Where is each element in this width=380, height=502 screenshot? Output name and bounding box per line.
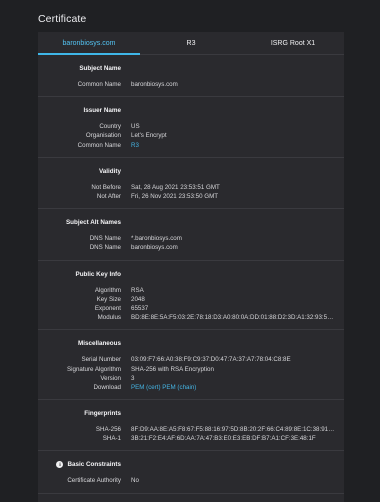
public-key-info-section: Public Key Info Algorithm RSA Key Size 2… [38,261,344,331]
field-row: Organisation Let's Encrypt [38,131,344,140]
section-title: Public Key Info [75,270,121,278]
field-label: DNS Name [89,235,121,243]
field-row: Country US [38,122,344,131]
subject-name-section: Subject Name Common Name baronbiosys.com [38,55,344,98]
field-label: Not Before [91,183,121,191]
section-title: Miscellaneous [77,340,121,348]
certificate-page: Certificate baronbiosys.com R3 ISRG Root… [0,0,380,502]
field-row: Not Before Sat, 28 Aug 2021 23:53:51 GMT [38,183,344,192]
certificate-panel: baronbiosys.com R3 ISRG Root X1 Subject … [38,32,344,502]
field-value: No [131,477,139,485]
field-label: SHA-1 [102,435,121,443]
field-label: Serial Number [81,356,121,364]
field-value: baronbiosys.com [131,244,178,252]
field-label: Algorithm [94,286,121,294]
field-row: SHA-256 8F:D9:AA:8E:A5:F8:67:F5:88:16:97… [38,425,344,434]
field-value: Sat, 28 Aug 2021 23:53:51 GMT [131,183,220,191]
page-title: Certificate [38,13,87,25]
field-value: Let's Encrypt [131,132,167,140]
tab-baronbiosys[interactable]: baronbiosys.com [38,32,140,55]
field-row: Common Name baronbiosys.com [38,80,344,89]
field-value: 3B:21:F2:E4:AF:6D:AA:7A:47:B3:E0:E3:EB:D… [131,435,316,443]
validity-section: Validity Not Before Sat, 28 Aug 2021 23:… [38,158,344,210]
field-row: Key Size 2048 [38,295,344,304]
field-label: Organisation [85,132,121,140]
field-value: RSA [131,286,144,294]
section-title: Issuer Name [83,107,121,115]
field-row: Algorithm RSA [38,286,344,295]
field-label: Signature Algorithm [67,365,121,373]
field-row: DNS Name *.baronbiosys.com [38,234,344,243]
tab-isrg-root-x1[interactable]: ISRG Root X1 [242,32,344,54]
field-label: Common Name [77,81,121,89]
field-value: baronbiosys.com [131,81,178,89]
field-value: 3 [131,374,135,382]
miscellaneous-section: Miscellaneous Serial Number 03:09:F7:66:… [38,330,344,400]
field-label: DNS Name [89,244,121,252]
field-label: Key Size [96,295,121,303]
field-label: Version [100,374,121,382]
basic-constraints-section: i Basic Constraints Certificate Authorit… [38,451,344,494]
section-title-text: Basic Constraints [67,461,121,469]
field-row: Serial Number 03:09:F7:66:A0:38:F9:C9:37… [38,355,344,364]
field-label: Common Name [77,141,121,149]
modulus-value[interactable]: BD:8E:8E:5A:F5:03:2E:78:18:D3:A0:80:0A:D… [131,314,335,321]
section-title: Fingerprints [84,410,121,417]
field-label: Country [99,123,121,131]
section-title: i Basic Constraints [38,460,121,469]
field-label: Not After [96,193,121,201]
field-row: DNS Name baronbiosys.com [38,243,344,252]
field-value: US [131,123,140,131]
field-label: Certificate Authority [67,477,121,485]
issuer-common-name-link[interactable]: R3 [131,142,335,149]
field-row: Signature Algorithm SHA-256 with RSA Enc… [38,364,344,373]
fingerprints-section: Fingerprints SHA-256 8F:D9:AA:8E:A5:F8:6… [38,400,344,452]
field-row: Exponent 65537 [38,304,344,313]
field-value: SHA-256 with RSA Encryption [131,365,214,373]
section-title: Subject Name [79,65,121,72]
field-row: Not After Fri, 26 Nov 2021 23:53:50 GMT [38,192,344,201]
info-icon[interactable]: i [56,461,64,469]
certificate-tabs: baronbiosys.com R3 ISRG Root X1 [38,32,344,55]
field-label: Exponent [94,304,121,312]
section-title: Subject Alt Names [65,219,121,227]
pem-download-links[interactable]: PEM (cert) PEM (chain) [131,384,335,391]
field-value: 65537 [131,304,149,312]
field-label: Download [93,383,121,391]
tab-r3[interactable]: R3 [140,32,242,54]
issuer-name-section: Issuer Name Country US Organisation Let'… [38,97,344,158]
sha256-value[interactable]: 8F:D9:AA:8E:A5:F8:67:F5:88:16:97:5D:8B:2… [131,426,335,433]
field-row: Download PEM (cert) PEM (chain) [38,383,344,392]
field-label: Modulus [97,314,121,322]
field-value: Fri, 26 Nov 2021 23:53:50 GMT [131,193,219,201]
field-row: Modulus BD:8E:8E:5A:F5:03:2E:78:18:D3:A0… [38,313,344,322]
field-value: 2048 [131,295,145,303]
field-value: 03:09:F7:66:A0:38:F9:C9:37:D0:47:7A:37:A… [131,356,291,364]
field-row: Certificate Authority No [38,476,344,485]
field-row: Version 3 [38,374,344,383]
field-row: SHA-1 3B:21:F2:E4:AF:6D:AA:7A:47:B3:E0:E… [38,434,344,443]
field-value: *.baronbiosys.com [131,235,182,243]
field-label: SHA-256 [95,426,121,434]
subject-alt-names-section: Subject Alt Names DNS Name *.baronbiosys… [38,209,344,261]
section-title: Validity [98,167,121,175]
field-row: Common Name R3 [38,141,344,150]
